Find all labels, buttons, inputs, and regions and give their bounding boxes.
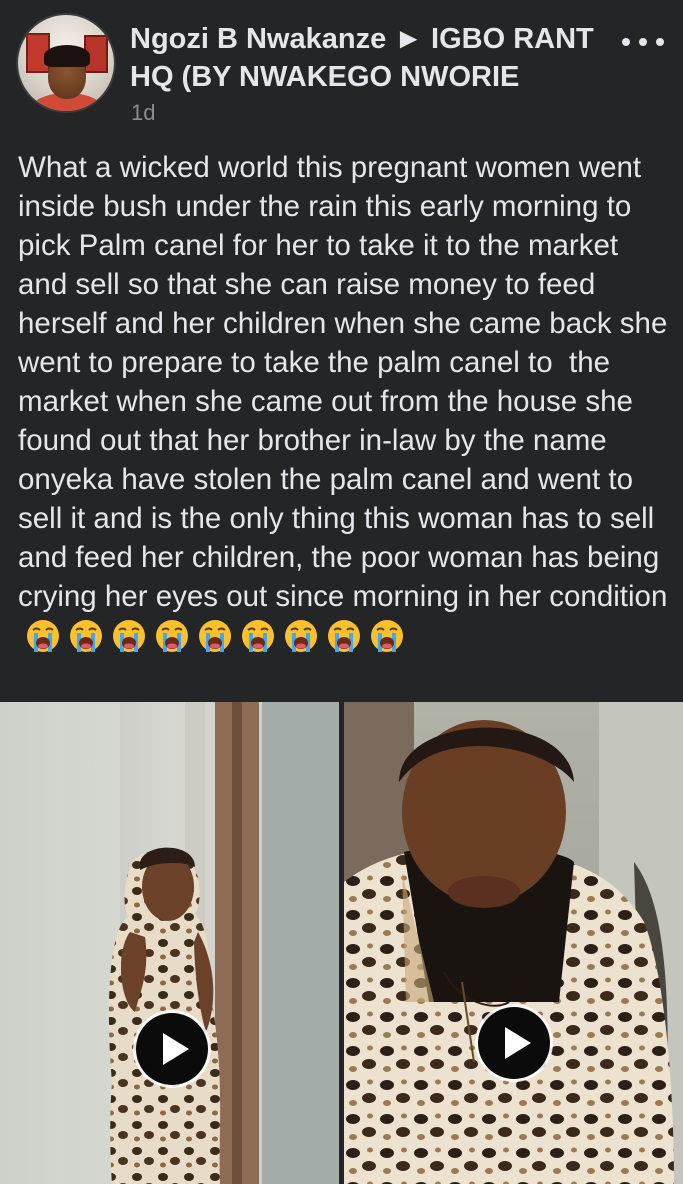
loudly-crying-face-icon: [113, 620, 145, 652]
more-dots-icon: [622, 38, 630, 46]
loudly-crying-face-icon: [242, 620, 274, 652]
play-icon: [505, 1027, 531, 1059]
loudly-crying-face-icon: [199, 620, 231, 652]
more-dots-icon: [639, 38, 647, 46]
post-body: What a wicked world this pregnant women …: [18, 148, 670, 655]
avatar-hair: [44, 45, 90, 67]
play-button-right[interactable]: [478, 1007, 550, 1079]
more-options-button[interactable]: [622, 30, 664, 54]
loudly-crying-face-icon: [70, 620, 102, 652]
loudly-crying-face-icon: [27, 620, 59, 652]
play-button-left[interactable]: [136, 1013, 208, 1085]
loudly-crying-face-icon: [285, 620, 317, 652]
video-thumbnail-left[interactable]: [0, 702, 339, 1184]
post-body-text: What a wicked world this pregnant women …: [18, 151, 676, 613]
play-icon: [163, 1033, 189, 1065]
video-right-scene: [344, 702, 683, 1184]
loudly-crying-face-icon: [328, 620, 360, 652]
more-dots-icon: [656, 38, 664, 46]
post-author-group-line[interactable]: Ngozi B Nwakanze ► IGBO RANT HQ (BY NWAK…: [130, 20, 620, 96]
loudly-crying-face-icon: [156, 620, 188, 652]
video-left-scene: [0, 702, 339, 1184]
post-timestamp[interactable]: 1d: [131, 100, 155, 126]
emoji-row: [18, 619, 405, 652]
author-avatar[interactable]: [18, 15, 114, 111]
video-thumbnail-right[interactable]: [344, 702, 683, 1184]
loudly-crying-face-icon: [371, 620, 403, 652]
